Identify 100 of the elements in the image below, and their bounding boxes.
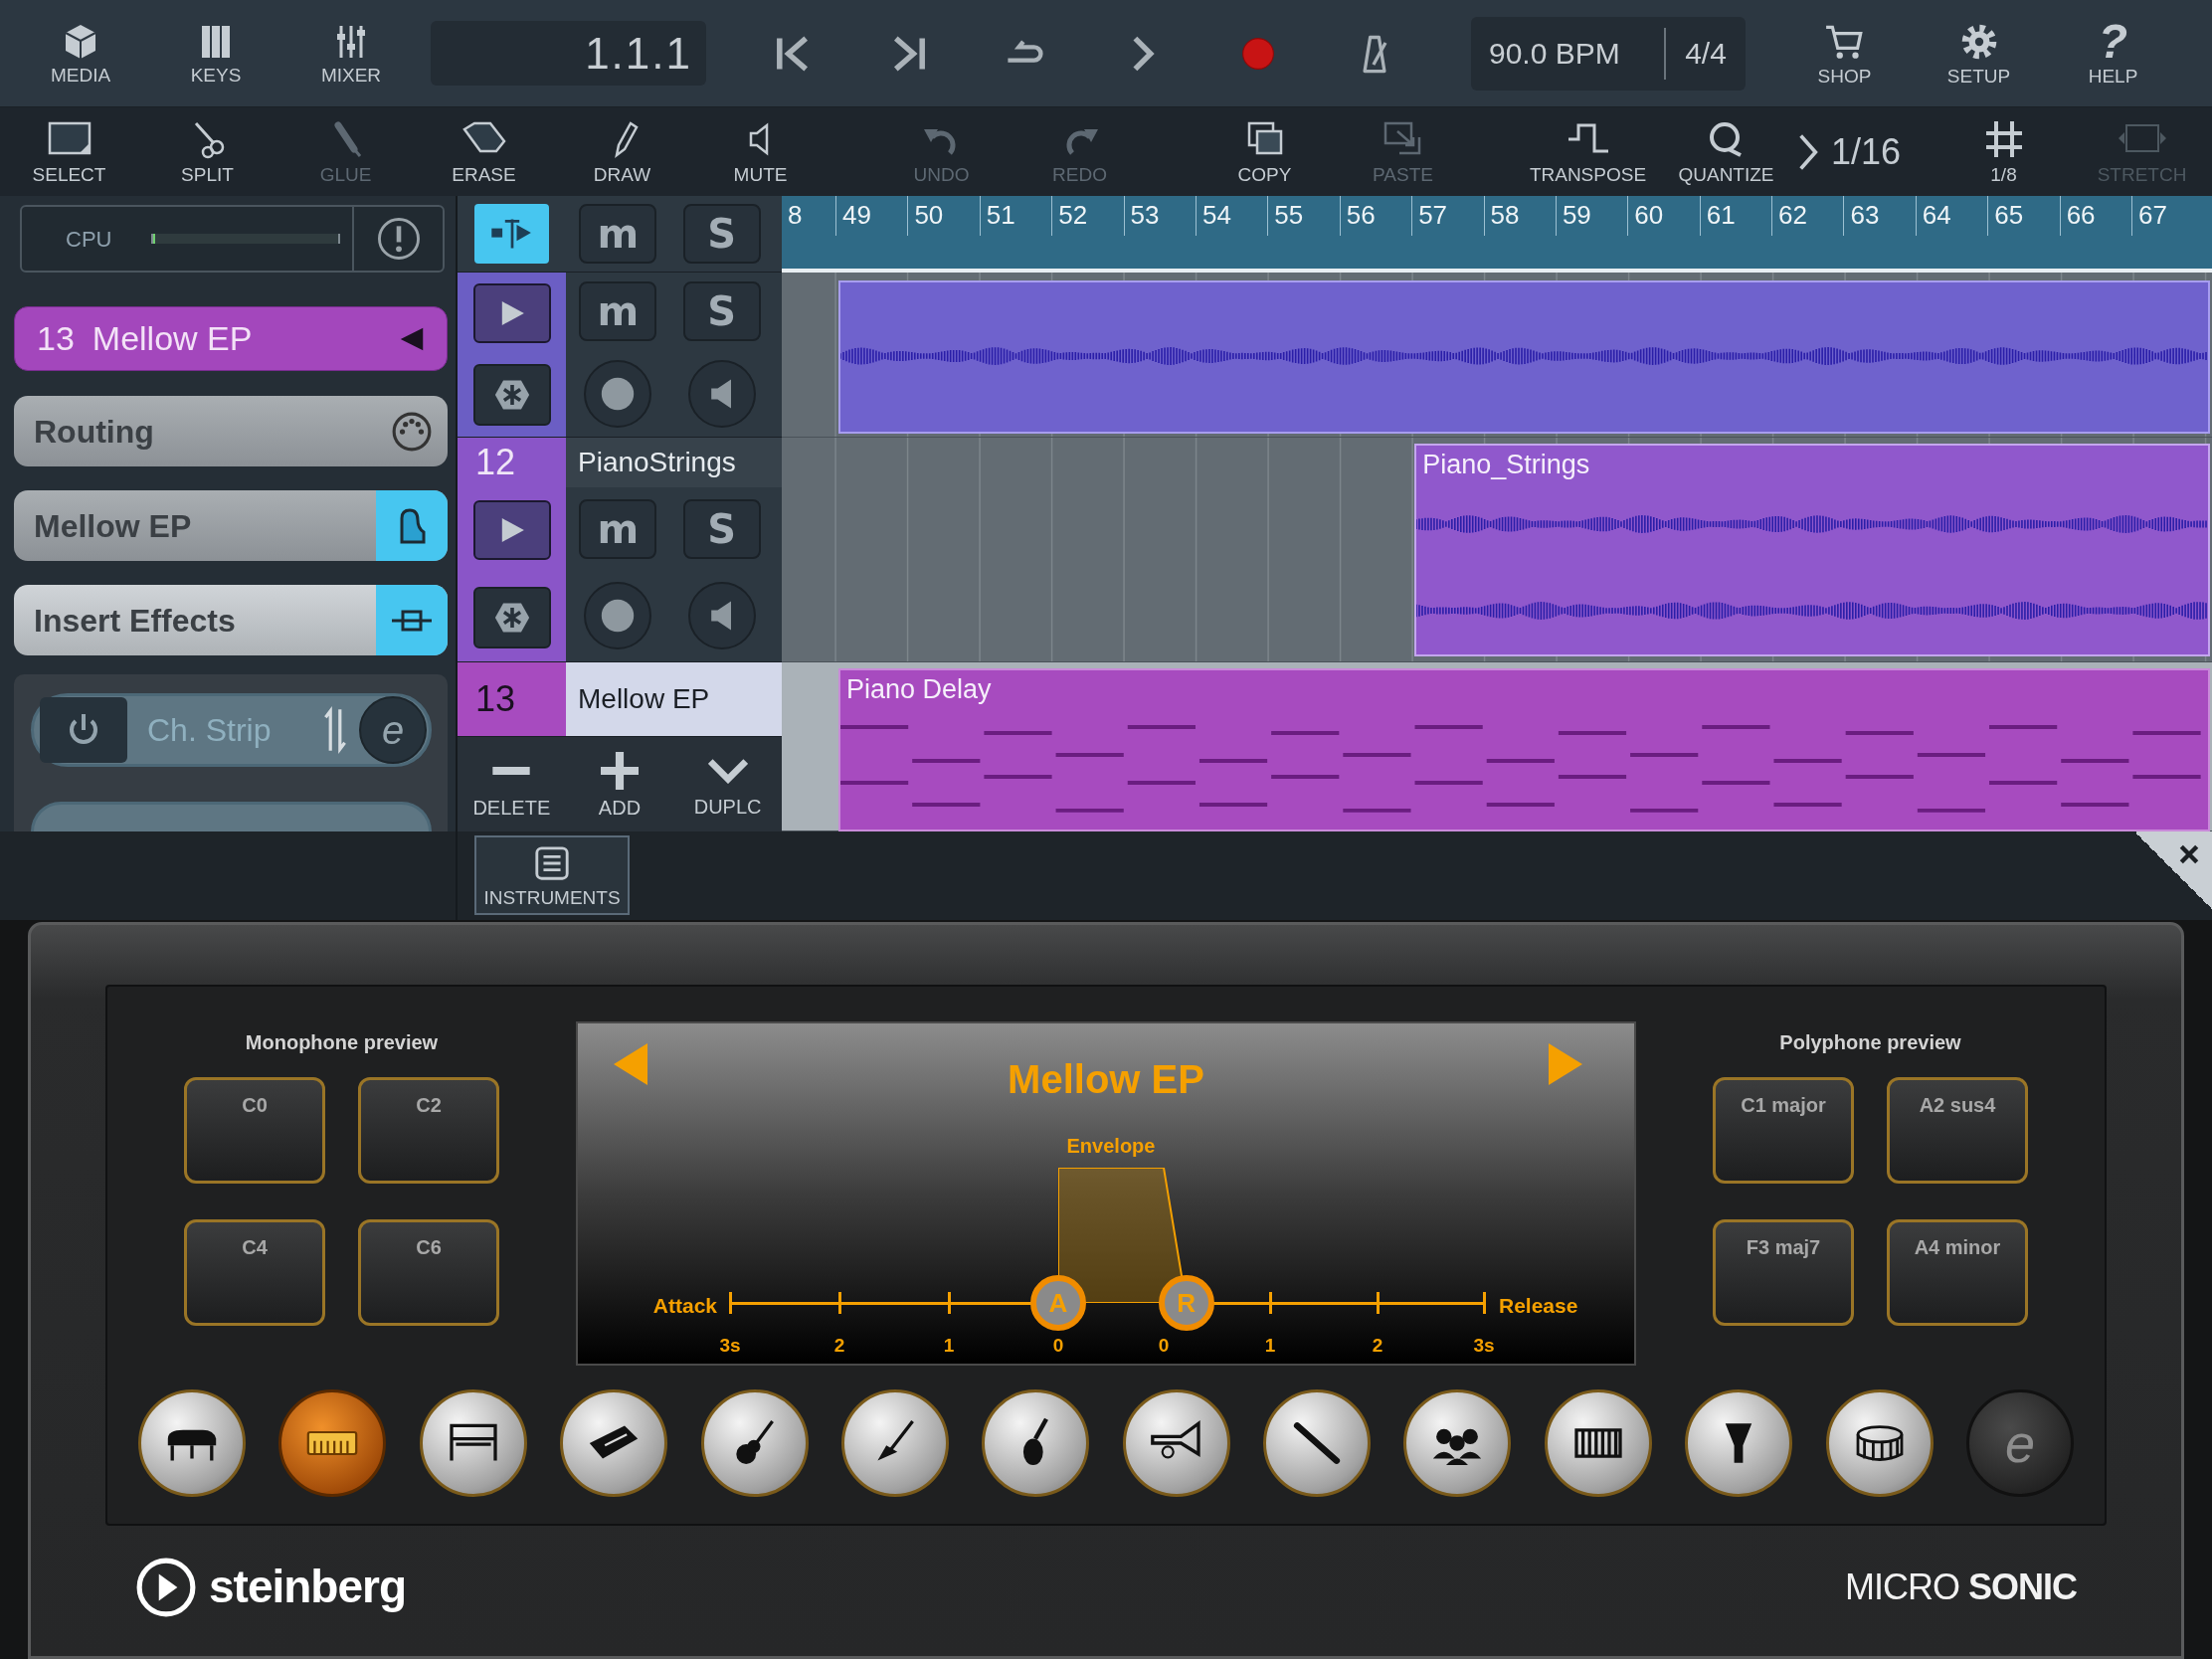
track-title-bar[interactable]: 13 Mellow EP — [14, 306, 448, 371]
track-action-button[interactable]: ADD — [570, 751, 669, 818]
bar-number: 64 — [1915, 196, 1988, 236]
bar-number: 67 — [2131, 196, 2204, 236]
bar-number: 62 — [1771, 196, 1844, 236]
tick-label: 2 — [1371, 1334, 1384, 1358]
bar-number: 53 — [1123, 196, 1196, 236]
tool-button[interactable]: ERASE — [415, 108, 553, 195]
tick-label: 3s — [718, 1334, 742, 1358]
instruments-tab[interactable]: INSTRUMENTS — [474, 835, 630, 915]
inspector-section[interactable]: Routing — [14, 396, 448, 466]
bar-number: 50 — [907, 196, 980, 236]
preview-pad[interactable]: C6 — [358, 1219, 499, 1326]
time-signature[interactable]: 4/4 — [1666, 31, 1746, 76]
preview-pad[interactable]: A4 minor — [1887, 1219, 2028, 1326]
track-number-cell: 12 — [458, 438, 566, 487]
chevron-down-icon — [707, 757, 748, 784]
bar-number: 60 — [1627, 196, 1700, 236]
dot-icon — [600, 598, 637, 635]
attack-label: Attack — [652, 1293, 717, 1319]
freeze-button[interactable] — [472, 586, 551, 648]
bar-number: 61 — [1699, 196, 1772, 236]
bar-number: 49 — [835, 196, 908, 236]
preview-pad[interactable]: C2 — [358, 1077, 499, 1184]
track-number: 13 — [37, 318, 75, 359]
nav-button[interactable]: MIXER — [283, 5, 419, 101]
menu-button[interactable]: ? HELP — [2046, 5, 2180, 101]
tick-label: 0 — [1157, 1334, 1171, 1358]
tool-button[interactable]: COPY — [1196, 108, 1334, 195]
grid-button[interactable]: 1/8 — [1935, 108, 2073, 195]
quantize-value[interactable]: 1/16 — [1831, 133, 1902, 170]
inspector-section[interactable]: Insert Effects — [14, 585, 448, 655]
tick-label: 1 — [1263, 1334, 1277, 1358]
preview-pad[interactable]: A2 sus4 — [1887, 1077, 2028, 1184]
m-button[interactable]: m — [579, 498, 657, 559]
preview-pad[interactable]: C1 major — [1713, 1077, 1854, 1184]
release-label: Release — [1499, 1293, 1578, 1319]
edit-button[interactable]: e — [359, 696, 427, 764]
m-button[interactable]: m — [579, 281, 657, 342]
warning-icon — [375, 216, 422, 262]
freeze-button[interactable] — [472, 364, 551, 427]
brand-name: steinberg — [209, 1560, 407, 1614]
track-name-cell[interactable]: Mellow EP — [566, 662, 782, 736]
audio-clip[interactable]: Piano_Strings — [1414, 444, 2210, 656]
preview-pad[interactable]: C4 — [184, 1219, 325, 1326]
tool-button[interactable]: SPLIT — [138, 108, 276, 195]
tempo-value[interactable]: 90.0 BPM — [1471, 27, 1666, 80]
inspector-section[interactable]: Mellow EP — [14, 490, 448, 561]
follow-button[interactable] — [474, 204, 549, 264]
bar-number: 63 — [1843, 196, 1916, 236]
play-circle-icon — [135, 1556, 197, 1618]
track-action-button[interactable]: DUPLC — [677, 752, 778, 817]
menu-button[interactable]: SHOP — [1777, 5, 1912, 101]
nav-button[interactable]: KEYS — [148, 5, 283, 101]
track-number-cell: 13 — [458, 662, 566, 736]
timeline-ruler[interactable]: 8 49 50 51 52 53 54 55 56 57 58 59 60 61 62 63 64 65 66 67 — [782, 196, 2212, 273]
power-button[interactable] — [40, 697, 127, 763]
monitor-button[interactable] — [472, 500, 551, 561]
preview-pad[interactable]: F3 maj7 — [1713, 1219, 1854, 1326]
bar-number: 56 — [1339, 196, 1412, 236]
up-down-arrows-icon — [323, 704, 347, 756]
tool-button[interactable]: QUANTIZE — [1657, 108, 1795, 195]
tick-label: 0 — [1051, 1334, 1065, 1358]
preview-title: Polyphone preview — [1779, 1030, 1961, 1055]
envelope-title: Envelope — [1065, 1134, 1157, 1159]
bar-number: 59 — [1555, 196, 1628, 236]
tick-label: 3s — [1472, 1334, 1496, 1358]
monitor-button[interactable] — [472, 282, 551, 343]
midi-clip[interactable]: Piano Delay — [838, 668, 2210, 831]
tool-button[interactable]: TRANSPOSE — [1519, 108, 1657, 195]
bar-number: 54 — [1195, 196, 1268, 236]
track-action-button[interactable]: DELETE — [461, 751, 562, 818]
list-icon — [533, 843, 571, 882]
tool-button[interactable]: SELECT — [0, 108, 138, 195]
instrument-category-button[interactable]: e — [1966, 1389, 2075, 1497]
nav-button[interactable]: MEDIA — [13, 5, 148, 101]
bar-number: 8 — [787, 199, 804, 232]
menu-button[interactable]: SETUP — [1912, 5, 2046, 101]
minus-icon — [492, 766, 531, 775]
clip-name: Piano Delay — [845, 673, 993, 706]
cpu-label: CPU — [65, 225, 113, 254]
bar-number: 55 — [1267, 196, 1340, 236]
tool-button[interactable]: DRAW — [553, 108, 691, 195]
m-button[interactable]: m — [579, 204, 657, 264]
preview-pad[interactable]: C0 — [184, 1077, 325, 1184]
s-button[interactable]: S — [682, 204, 761, 264]
preview-title: Monophone preview — [245, 1030, 439, 1055]
preset-name: Mellow EP — [1007, 1059, 1205, 1099]
s-button[interactable]: S — [682, 498, 761, 559]
track-name-cell[interactable]: PianoStrings — [566, 438, 782, 487]
s-button[interactable]: S — [682, 281, 761, 342]
tool-button[interactable]: MUTE — [691, 108, 830, 195]
bar-number: 66 — [2059, 196, 2132, 236]
bar-number: 58 — [1483, 196, 1556, 236]
plus-icon — [601, 751, 639, 790]
track-name: Mellow EP — [92, 318, 254, 359]
bar-number: 52 — [1051, 196, 1124, 236]
close-icon — [2178, 843, 2200, 865]
triangle-right-icon — [1549, 1043, 1582, 1085]
channel-strip[interactable]: Ch. Strip e — [31, 693, 432, 767]
